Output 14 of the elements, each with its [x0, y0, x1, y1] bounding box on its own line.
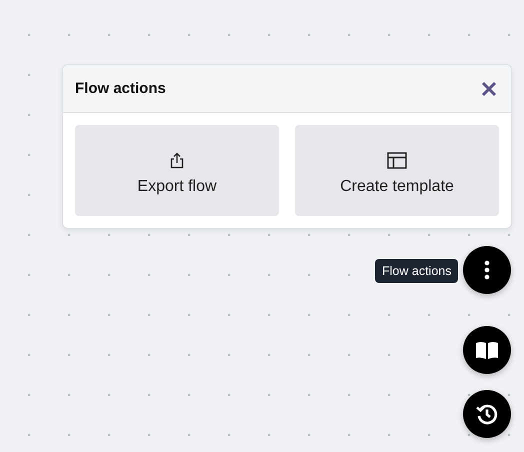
docs-button[interactable] — [463, 326, 511, 374]
layout-icon — [387, 152, 407, 168]
more-icon — [484, 260, 490, 280]
history-icon — [475, 402, 499, 426]
action-button[interactable]: Export flow — [75, 125, 279, 216]
close-icon — [481, 80, 497, 96]
more-button[interactable] — [463, 246, 511, 294]
close-button[interactable] — [481, 80, 497, 96]
history-button[interactable] — [463, 390, 511, 438]
share-icon — [169, 152, 185, 168]
action-button[interactable]: Create template — [295, 125, 499, 216]
tooltip: Flow actions — [375, 259, 458, 283]
panel-title: Flow actions — [75, 80, 166, 97]
book-icon — [475, 341, 499, 359]
